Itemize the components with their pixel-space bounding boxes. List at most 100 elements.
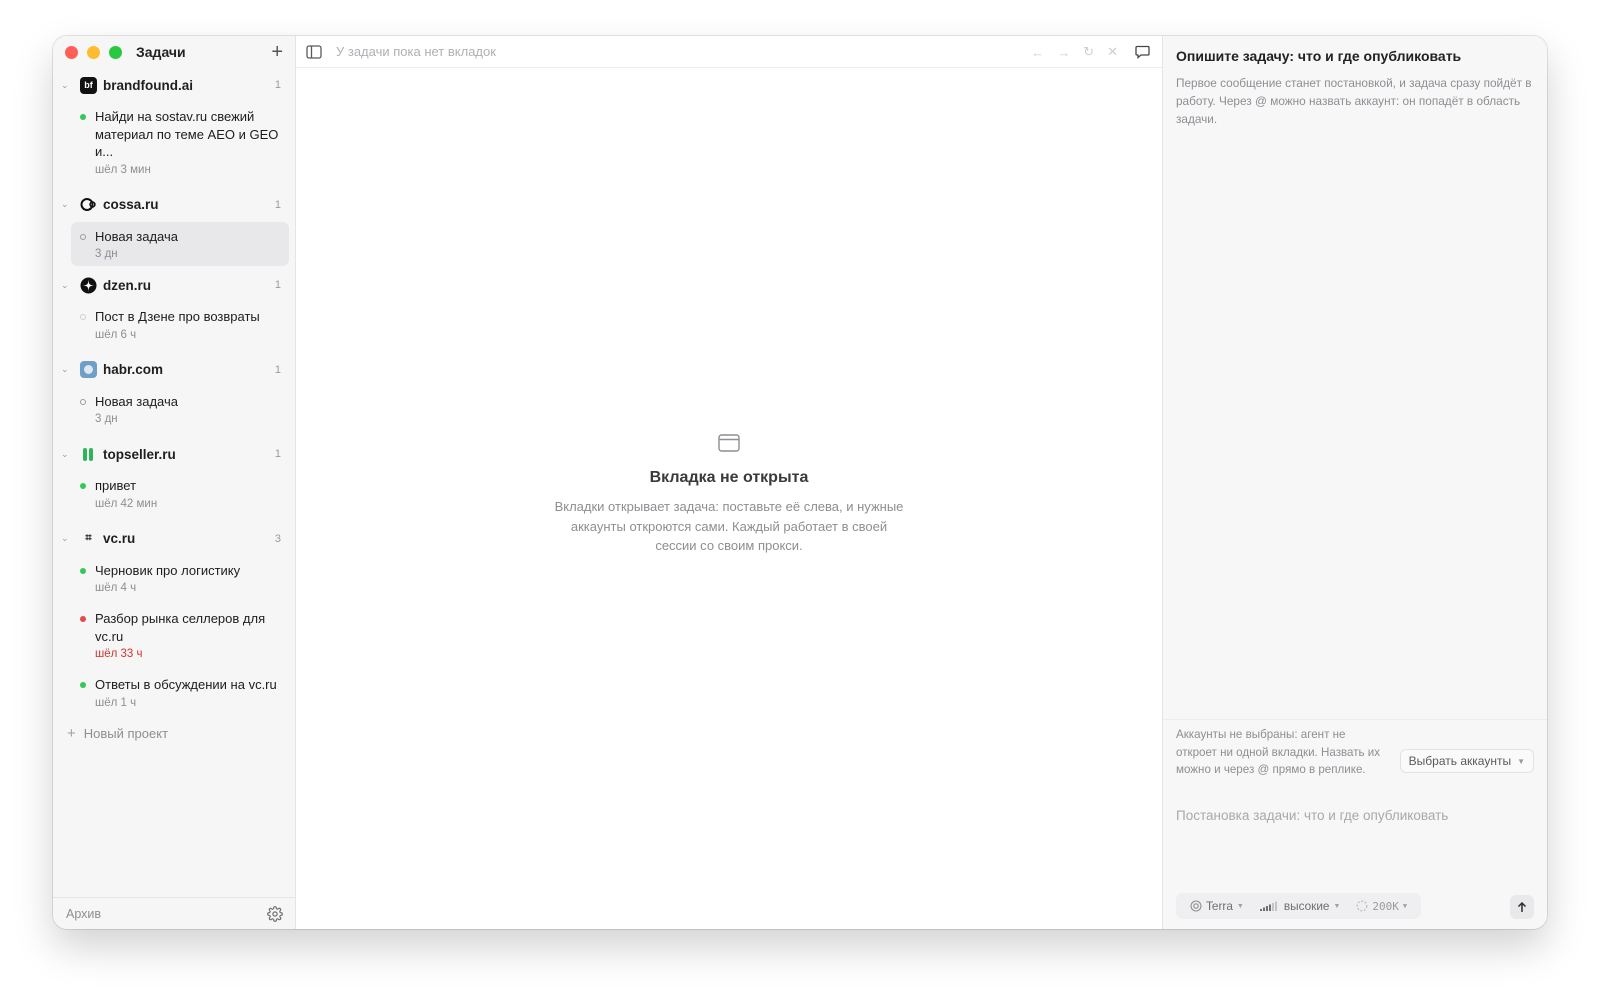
project-topseller: ⌄ topseller.ru 1 привет шёл 42 мин [53, 437, 295, 516]
status-running-dot [80, 483, 86, 489]
project-vc: ⌄ ⌗ vc.ru 3 Черновик про логистику шёл 4… [53, 522, 295, 715]
arrow-up-icon [1517, 901, 1527, 913]
task-item[interactable]: Ответы в обсуждении на vc.ru шёл 1 ч [71, 670, 289, 715]
task-composer-panel: Опишите задачу: что и где опубликовать П… [1162, 36, 1547, 929]
project-header[interactable]: ⌄ cossa.ru 1 [53, 188, 295, 222]
new-project-button[interactable]: + Новый проект [53, 715, 295, 742]
context-select[interactable]: 200K ▼ [1348, 900, 1415, 913]
sidebar-titlebar: Задачи + [53, 36, 295, 68]
task-title: Черновик про логистику [95, 562, 241, 578]
choose-accounts-button[interactable]: Выбрать аккаунты ▼ [1399, 749, 1534, 773]
chevron-down-icon: ▼ [1402, 902, 1408, 910]
project-task-count: 1 [274, 279, 281, 291]
close-icon[interactable]: ✕ [1107, 44, 1118, 60]
project-header[interactable]: ⌄ bf brandfound.ai 1 [53, 68, 295, 102]
project-task-count: 1 [274, 198, 281, 211]
panel-description: Первое сообщение станет постановкой, и з… [1176, 76, 1532, 126]
task-title: Новая задача [95, 393, 178, 409]
model-select[interactable]: Terra ▼ [1182, 899, 1252, 913]
effort-label: высокие [1283, 899, 1330, 913]
task-prompt-input[interactable] [1176, 808, 1534, 823]
chat-bubble-icon[interactable] [1135, 45, 1150, 59]
new-project-label: Новый проект [83, 725, 169, 741]
plus-icon[interactable]: + [271, 40, 283, 64]
status-running-dot [80, 567, 86, 574]
choose-accounts-label: Выбрать аккаунты [1408, 754, 1512, 768]
task-meta: 3 дн [95, 413, 118, 425]
project-brandfound: ⌄ bf brandfound.ai 1 Найди на sostav.ru … [53, 68, 295, 182]
sidebar-toggle-icon[interactable] [306, 44, 322, 59]
window-controls [65, 45, 122, 59]
project-habr: ⌄ habr.com 1 Новая задача 3 дн [53, 353, 295, 432]
task-item[interactable]: Найди на sostav.ru свежий материал по те… [71, 102, 289, 182]
project-name: topseller.ru [103, 446, 176, 462]
project-cossa: ⌄ cossa.ru 1 Новая задача 3 дн [53, 188, 295, 266]
sidebar-footer: Архив [53, 897, 295, 929]
sidebar-title: Задачи [136, 44, 186, 60]
panel-title: Опишите задачу: что и где опубликовать [1176, 48, 1462, 64]
project-name: brandfound.ai [103, 77, 193, 93]
task-item[interactable]: привет шёл 42 мин [71, 471, 289, 516]
habr-logo-icon [80, 361, 97, 378]
zoom-window-button[interactable] [109, 45, 122, 59]
task-meta: шёл 42 мин [95, 497, 158, 510]
chevron-down-icon[interactable]: ⌄ [61, 364, 75, 375]
minimize-window-button[interactable] [87, 45, 100, 59]
topseller-logo-icon [80, 446, 97, 463]
task-title: Ответы в обсуждении на vc.ru [95, 677, 277, 692]
archive-link[interactable]: Архив [66, 907, 101, 921]
chevron-down-icon[interactable]: ⌄ [61, 280, 75, 291]
project-header[interactable]: ⌄ topseller.ru 1 [53, 437, 295, 471]
chevron-down-icon[interactable]: ⌄ [61, 80, 75, 91]
accounts-warning: Аккаунты не выбраны: агент не откроет ни… [1176, 728, 1381, 776]
task-item-selected[interactable]: Новая задача 3 дн [71, 221, 289, 266]
chevron-down-icon[interactable]: ⌄ [61, 449, 75, 460]
task-item[interactable]: Пост в Дзене про возвраты шёл 6 ч [71, 302, 289, 347]
project-header[interactable]: ⌄ ⌗ vc.ru 3 [53, 522, 295, 556]
task-item[interactable]: Новая задача 3 дн [71, 387, 289, 432]
task-title: привет [95, 478, 137, 493]
chevron-down-icon: ▼ [1517, 756, 1525, 766]
brandfound-logo-icon: bf [80, 76, 97, 94]
tab-bar: У задачи пока нет вкладок ← → ↻ ✕ [296, 36, 1162, 68]
empty-state-text: Вкладки открывает задача: поставьте её с… [554, 499, 904, 553]
project-name: cossa.ru [103, 197, 159, 212]
reload-icon[interactable]: ↻ [1083, 44, 1094, 60]
project-name: habr.com [103, 362, 164, 377]
browser-area: У задачи пока нет вкладок ← → ↻ ✕ Вкладк… [296, 36, 1162, 929]
task-title: Пост в Дзене про возвраты [95, 309, 260, 324]
gear-icon[interactable] [267, 905, 283, 922]
cossa-logo-icon [80, 196, 97, 213]
task-item[interactable]: Черновик про логистику шёл 4 ч [71, 556, 289, 601]
plus-icon: + [67, 724, 76, 742]
status-error-dot [80, 616, 86, 622]
status-running-dot [80, 682, 86, 688]
arrow-left-icon[interactable]: ← [1031, 45, 1044, 60]
project-header[interactable]: ⌄ habr.com 1 [53, 353, 295, 387]
project-name: vc.ru [103, 531, 136, 546]
task-meta: 3 дн [95, 248, 118, 260]
context-ring-icon [1356, 900, 1368, 912]
project-task-count: 1 [274, 363, 281, 376]
app-window: Задачи + ⌄ bf brandfound.ai 1 Найди на s… [53, 36, 1547, 929]
project-task-count: 1 [274, 79, 281, 91]
task-meta: шёл 3 мин [95, 163, 151, 176]
task-item[interactable]: Разбор рынка селлеров для vc.ru шёл 33 ч [71, 604, 289, 666]
task-meta: шёл 33 ч [95, 648, 143, 660]
signal-bars-icon [1259, 901, 1280, 911]
chevron-down-icon[interactable]: ⌄ [61, 533, 75, 544]
chevron-down-icon: ▼ [1236, 902, 1244, 910]
send-button[interactable] [1510, 895, 1534, 919]
effort-select[interactable]: высокие ▼ [1252, 899, 1349, 913]
task-title: Новая задача [95, 228, 178, 244]
status-running-dot [80, 114, 86, 120]
task-meta: шёл 4 ч [95, 582, 137, 594]
close-window-button[interactable] [65, 45, 78, 59]
sidebar: Задачи + ⌄ bf brandfound.ai 1 Найди на s… [53, 36, 296, 929]
arrow-right-icon[interactable]: → [1057, 45, 1070, 60]
chevron-down-icon[interactable]: ⌄ [61, 199, 75, 210]
project-task-count: 1 [274, 448, 281, 460]
no-tabs-text: У задачи пока нет вкладок [336, 44, 496, 59]
project-header[interactable]: ⌄ dzen.ru 1 [53, 268, 295, 302]
context-label: 200K [1372, 899, 1399, 913]
